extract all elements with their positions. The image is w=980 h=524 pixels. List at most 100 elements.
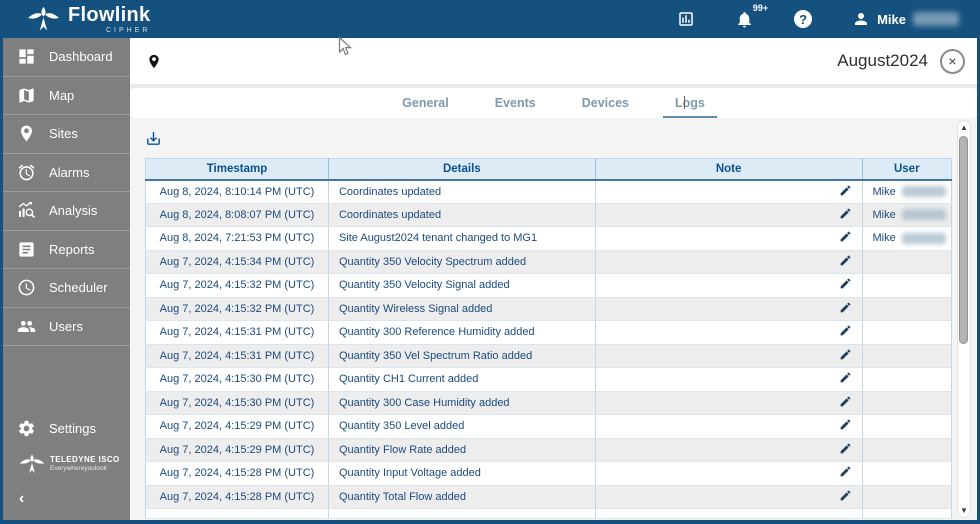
log-table-row: Aug 7, 2024, 4:15:31 PM (UTC) Quantity 3… [145,344,952,368]
top-header: Flowlink CIPHER 99+ ? Mike [3,0,977,38]
download-logs-button[interactable] [145,130,162,147]
edit-note-button[interactable] [839,278,852,293]
edit-note-button[interactable] [839,325,852,340]
edit-note-button[interactable] [839,185,852,200]
teledyne-logo-text: TELEDYNE ISCO [50,455,120,465]
edit-note-button[interactable] [839,466,852,481]
log-table-row: Aug 7, 2024, 4:15:30 PM (UTC) Quantity C… [145,367,952,392]
sidebar-item-reports[interactable]: Reports [3,231,130,269]
pencil-edit-icon [840,466,850,477]
teledyne-tagline: Everywhereyoulook’ [50,464,109,472]
teledyne-leaf-icon [19,454,45,474]
notifications-button[interactable]: 99+ [735,3,768,29]
sidebar-item-sites[interactable]: Sites [3,115,130,154]
edit-note-button[interactable] [839,255,852,270]
person-icon [855,13,868,25]
map-icon [19,88,34,103]
pencil-edit-icon [840,443,850,454]
log-timestamp: Aug 7, 2024, 4:15:31 PM (UTC) [145,320,329,345]
sidebar-label: Alarms [49,164,90,180]
edit-note-button[interactable] [839,490,852,505]
edit-note-button[interactable] [839,231,852,246]
edit-note-button[interactable] [839,302,852,317]
panel-header: August2024 × [130,38,977,84]
edit-note-button[interactable] [839,396,852,411]
edit-note-button[interactable] [839,349,852,364]
sidebar-label: Sites [49,126,78,142]
sidebar-item-scheduler[interactable]: Scheduler [3,269,130,308]
log-timestamp: Aug 7, 2024, 4:15:32 PM (UTC) [145,273,329,298]
log-details: Quantity 350 Velocity Signal added [328,273,596,298]
log-table-row: Aug 7, 2024, 4:15:34 PM (UTC) Quantity 3… [145,250,952,274]
scrollbar-thumb[interactable] [959,136,968,344]
flowlink-logo[interactable]: Flowlink CIPHER [27,5,150,34]
log-details: Quantity CH1 Current added [328,367,596,392]
log-user-redaction [901,209,946,221]
log-details: Quantity 350 Level added [328,414,596,439]
notification-badge: 99+ [752,2,769,13]
tab-events[interactable]: Events [483,88,548,118]
log-timestamp [145,508,329,519]
report-document-icon [19,242,34,257]
log-user-name: Mike [872,208,896,221]
edit-note-button[interactable] [839,372,852,387]
sidebar-label: Scheduler [49,280,108,296]
sidebar-item-users[interactable]: Users [3,308,130,346]
flowlink-leaf-icon [27,6,60,31]
teledyne-isco-logo: TELEDYNE ISCO Everywhereyoulook’ [3,448,130,480]
scroll-down-arrow[interactable]: ▼ [957,506,971,515]
column-header-note: Note [595,158,863,181]
log-details: Quantity Input Voltage added [328,461,596,486]
pencil-edit-icon [840,419,850,430]
sidebar-item-settings[interactable]: Settings [3,410,130,449]
logs-table: Timestamp Details Note User Aug 8, 2024,… [145,158,952,519]
sidebar-item-map[interactable]: Map [3,77,130,115]
pencil-edit-icon [840,396,850,407]
tab-logs[interactable]: Logs [662,88,717,118]
log-table-row: Aug 7, 2024, 4:15:28 PM (UTC) Quantity I… [145,461,952,486]
tab-general[interactable]: General [390,88,461,118]
tab-devices[interactable]: Devices [570,88,641,118]
download-icon [147,132,160,145]
log-user-name: Mike [872,232,896,245]
chart-icon [679,12,693,26]
sidebar-collapse-button[interactable]: ‹ [3,480,130,520]
sidebar-item-alarms[interactable]: Alarms [3,154,130,192]
app-window: Flowlink CIPHER 99+ ? Mike Dashboard Map… [0,0,980,524]
edit-note-button[interactable] [839,208,852,223]
log-table-row: Aug 8, 2024, 8:10:14 PM (UTC) Coordinate… [145,179,952,204]
log-timestamp: Aug 7, 2024, 4:15:32 PM (UTC) [145,297,329,321]
logs-panel: Timestamp Details Note User Aug 8, 2024,… [130,118,977,520]
log-table-row: Aug 7, 2024, 4:15:32 PM (UTC) Quantity 3… [145,273,952,298]
log-details: Site August2024 tenant changed to MG1 [328,226,596,251]
log-timestamp: Aug 7, 2024, 4:15:30 PM (UTC) [145,367,329,392]
log-timestamp: Aug 8, 2024, 7:21:53 PM (UTC) [145,226,329,251]
log-table-row: Aug 7, 2024, 4:15:29 PM (UTC) Quantity 3… [145,414,952,439]
log-timestamp: Aug 7, 2024, 4:15:31 PM (UTC) [145,344,329,368]
log-user-name: Mike [872,185,896,198]
scroll-up-arrow[interactable]: ▲ [957,123,971,132]
site-pin-icon [149,54,159,68]
pencil-edit-icon [840,255,850,266]
close-panel-button[interactable]: × [940,48,965,74]
logs-table-header-row: Timestamp Details Note User [145,158,952,181]
log-details: Coordinates updated [328,179,596,204]
help-button[interactable]: ? [794,10,813,28]
user-menu[interactable]: Mike [852,10,959,28]
pencil-edit-icon [840,490,850,501]
log-table-row: Aug 7, 2024, 4:15:31 PM (UTC) Quantity 3… [145,320,952,345]
edit-note-button[interactable] [839,419,852,434]
vertical-scrollbar[interactable]: ▲ ▼ [957,120,971,518]
sidebar-item-analysis[interactable]: Analysis [3,192,130,231]
log-timestamp: Aug 7, 2024, 4:15:28 PM (UTC) [145,461,329,486]
clock-icon [18,279,35,296]
chart-stats-button[interactable] [677,10,695,28]
tab-logs-label: Logs [674,96,705,110]
log-timestamp: Aug 7, 2024, 4:15:29 PM (UTC) [145,438,329,462]
column-header-user: User [862,158,952,181]
tab-bar: General Events Devices Logs [130,88,977,118]
sidebar-item-dashboard[interactable]: Dashboard [3,38,130,77]
edit-note-button[interactable] [839,443,852,458]
dashboard-icon [19,49,34,64]
log-table-row: Aug 8, 2024, 8:08:07 PM (UTC) Coordinate… [145,203,952,227]
